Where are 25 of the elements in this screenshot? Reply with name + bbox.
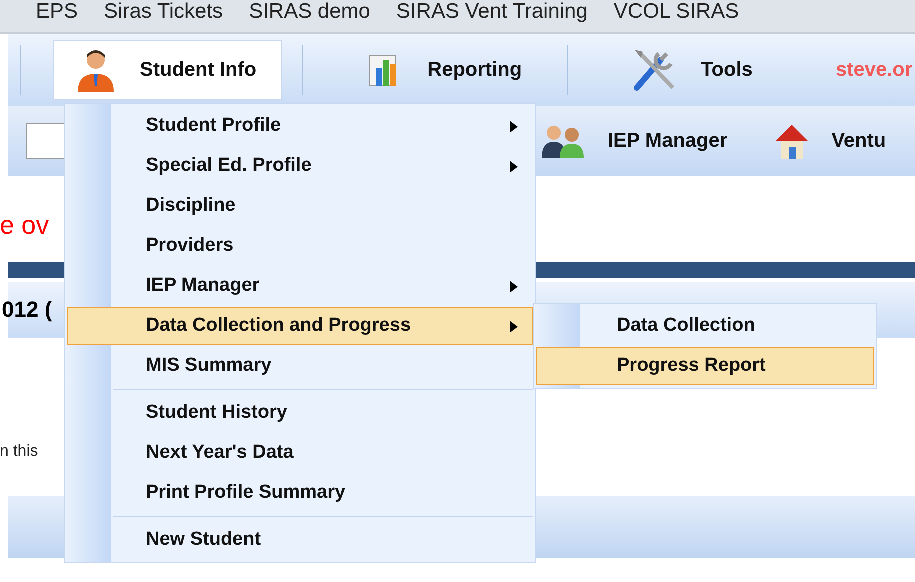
- menu-item[interactable]: Print Profile Summary: [67, 474, 533, 512]
- menu-item[interactable]: Student History: [67, 394, 533, 432]
- menu-tab[interactable]: Tools: [610, 40, 778, 100]
- menu-item[interactable]: Discipline: [67, 187, 533, 225]
- section-title: 012 (: [2, 297, 52, 323]
- menu-item[interactable]: Progress Report: [536, 347, 874, 385]
- menu-item[interactable]: Next Year's Data: [67, 434, 533, 472]
- bookmark-link[interactable]: SIRAS demo: [249, 0, 370, 24]
- menu-item[interactable]: Data Collection: [536, 307, 874, 345]
- menu-tab[interactable]: Reporting: [344, 40, 548, 100]
- menu-item[interactable]: Special Ed. Profile: [67, 147, 533, 185]
- menu-item[interactable]: Student Profile: [67, 107, 533, 145]
- toolbar-item[interactable]: Ventu: [772, 121, 886, 161]
- toolbar-item[interactable]: IEP Manager: [540, 124, 728, 158]
- menu-item[interactable]: MIS Summary: [67, 347, 533, 385]
- menu-item[interactable]: Providers: [67, 227, 533, 265]
- notice-text: e ov: [0, 210, 50, 240]
- menu-tab[interactable]: Student Info: [53, 40, 282, 100]
- bookmark-link[interactable]: VCOL SIRAS: [614, 0, 740, 24]
- bookmark-link[interactable]: Siras Tickets: [104, 0, 224, 24]
- bookmark-link[interactable]: EPS: [36, 0, 78, 24]
- menu-item[interactable]: IEP Manager: [67, 267, 533, 305]
- menu-item[interactable]: Data Collection and Progress: [67, 307, 533, 345]
- bookmark-link[interactable]: SIRAS Vent Training: [396, 0, 588, 24]
- body-text: n this: [0, 443, 38, 460]
